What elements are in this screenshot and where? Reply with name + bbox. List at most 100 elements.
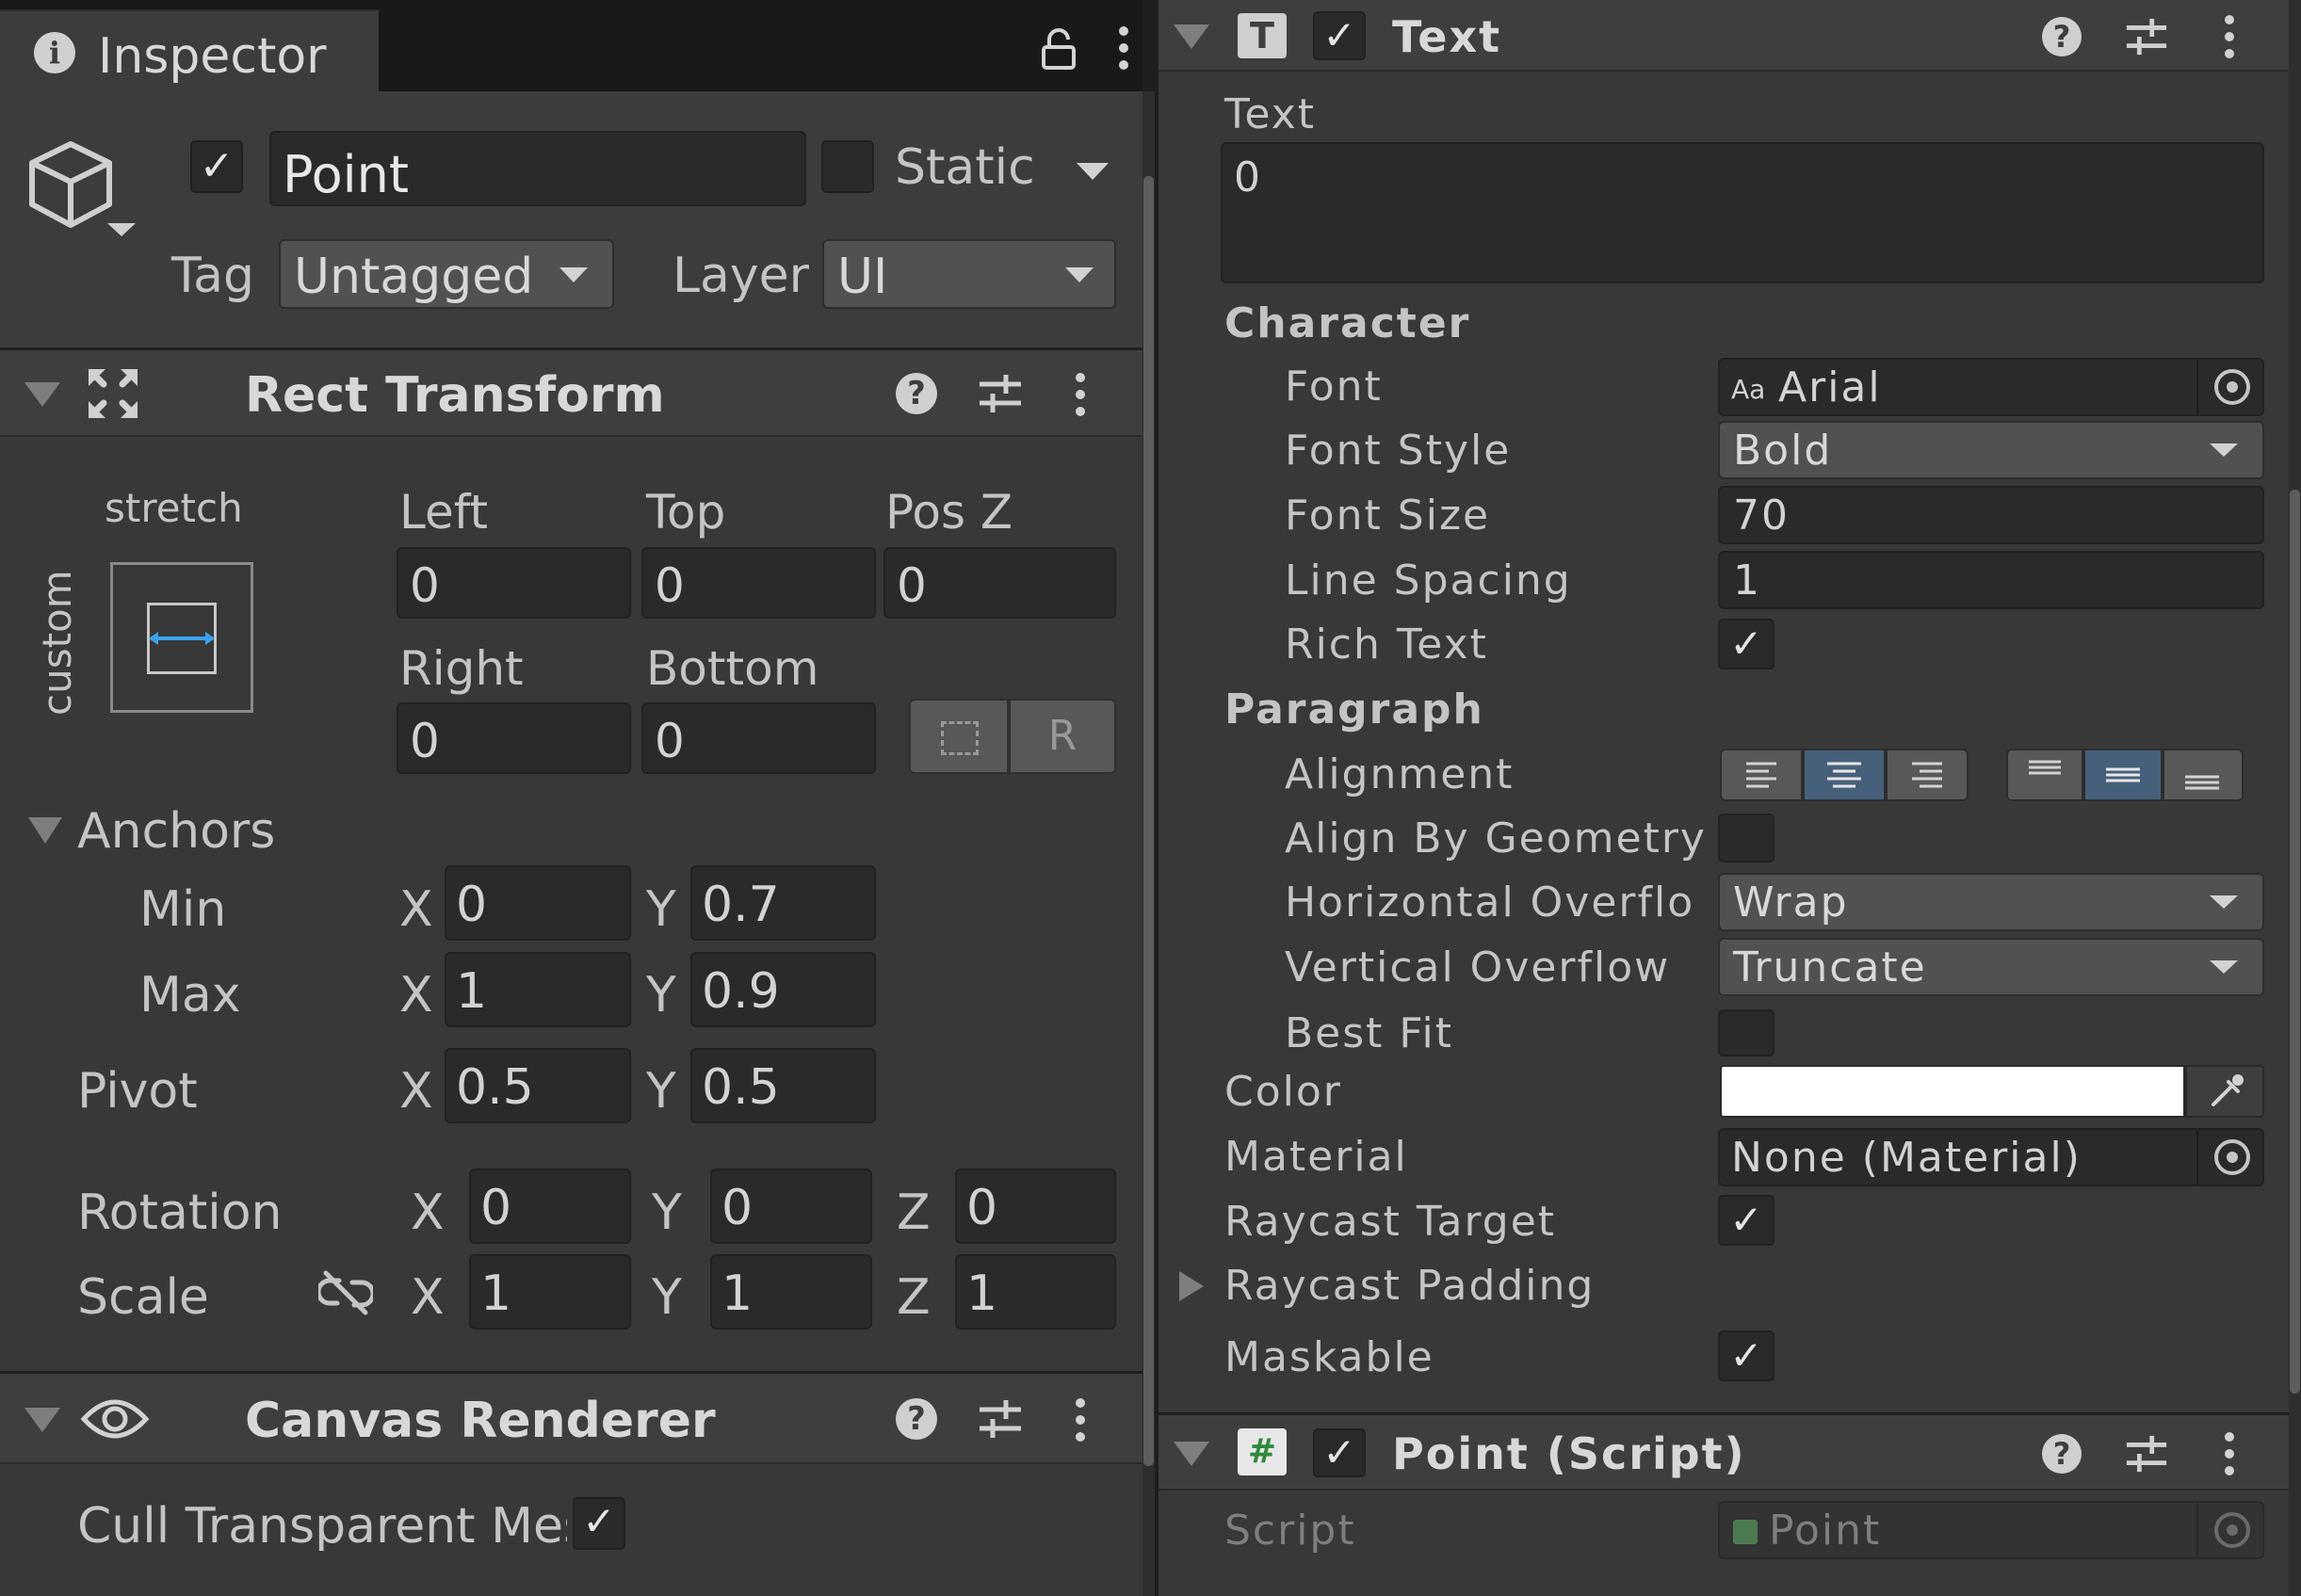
font-field[interactable]: Aa Arial	[1718, 358, 2264, 416]
right-field[interactable]: 0	[397, 702, 631, 774]
rotation-x-label[interactable]: X	[411, 1188, 445, 1237]
foldout-arrow-icon[interactable]	[1174, 24, 1209, 49]
left-scrollbar[interactable]	[1142, 91, 1155, 1596]
object-picker-icon[interactable]	[2196, 360, 2262, 414]
min-x-label[interactable]: X	[399, 885, 433, 934]
raycast-padding-label[interactable]: Raycast Padding	[1224, 1266, 1595, 1307]
canvas-renderer-header[interactable]: Canvas Renderer ?	[0, 1374, 1142, 1464]
top-field[interactable]: 0	[641, 547, 876, 619]
foldout-arrow-icon[interactable]	[24, 382, 60, 407]
pivot-x-field[interactable]: 0.5	[445, 1048, 631, 1123]
active-checkbox[interactable]: ✓	[190, 140, 243, 193]
component-menu-icon[interactable]	[2223, 13, 2236, 60]
align-top-button[interactable]	[2006, 749, 2083, 801]
font-style-dropdown[interactable]: Bold	[1718, 421, 2264, 479]
tab-menu-icon[interactable]	[1117, 24, 1130, 72]
static-checkbox[interactable]	[821, 140, 874, 193]
right-scrollbar[interactable]	[2289, 0, 2301, 1596]
min-y-label[interactable]: Y	[646, 885, 676, 934]
h-overflow-dropdown[interactable]: Wrap	[1718, 873, 2264, 931]
script-enabled-checkbox[interactable]: ✓	[1313, 1428, 1366, 1477]
max-x-label[interactable]: X	[399, 971, 433, 1020]
static-dropdown-arrow[interactable]	[1077, 163, 1109, 180]
left-field[interactable]: 0	[397, 547, 631, 619]
help-icon[interactable]: ?	[896, 1398, 937, 1440]
posz-field[interactable]: 0	[883, 547, 1116, 619]
maskable-checkbox[interactable]: ✓	[1718, 1330, 1774, 1381]
raw-edit-button[interactable]: R	[1009, 699, 1116, 774]
max-x-field[interactable]: 1	[445, 952, 631, 1027]
point-script-header[interactable]: # ✓ Point (Script) ?	[1159, 1415, 2289, 1491]
rich-text-checkbox[interactable]: ✓	[1718, 619, 1774, 669]
eye-icon	[80, 1394, 150, 1443]
preset-sliders-icon[interactable]	[978, 371, 1023, 416]
preset-sliders-icon[interactable]	[2125, 1432, 2168, 1475]
align-bottom-button[interactable]	[2163, 749, 2244, 801]
text-component-title: Text	[1392, 11, 1502, 62]
font-size-field[interactable]: 70	[1718, 486, 2264, 544]
raycast-padding-foldout-arrow[interactable]	[1179, 1271, 1204, 1301]
pivot-y-label[interactable]: Y	[646, 1067, 676, 1116]
rotation-y-field[interactable]: 0	[710, 1169, 872, 1244]
text-component-header[interactable]: T ✓ Text ?	[1159, 0, 2289, 72]
rect-transform-header[interactable]: Rect Transform ?	[0, 350, 1142, 437]
component-menu-icon[interactable]	[1074, 371, 1087, 418]
color-swatch[interactable]	[1720, 1065, 2185, 1118]
raycast-target-checkbox[interactable]: ✓	[1718, 1195, 1774, 1246]
chevron-down-icon	[559, 267, 588, 282]
anchor-preset-button[interactable]	[110, 562, 253, 713]
eyedropper-icon[interactable]	[2185, 1065, 2264, 1118]
help-icon[interactable]: ?	[2042, 1434, 2082, 1474]
rotation-z-field[interactable]: 0	[955, 1169, 1116, 1244]
foldout-arrow-icon[interactable]	[1174, 1442, 1209, 1466]
material-field[interactable]: None (Material)	[1718, 1128, 2264, 1186]
align-left-button[interactable]	[1720, 749, 1803, 801]
scale-x-label[interactable]: X	[411, 1273, 445, 1322]
pivot-x-label[interactable]: X	[399, 1067, 433, 1116]
cull-transparent-checkbox[interactable]: ✓	[573, 1497, 625, 1550]
text-enabled-checkbox[interactable]: ✓	[1313, 11, 1366, 60]
max-y-label[interactable]: Y	[646, 971, 676, 1020]
preset-sliders-icon[interactable]	[2125, 15, 2168, 58]
scale-x-field[interactable]: 1	[469, 1254, 631, 1330]
anchors-foldout-arrow[interactable]	[28, 817, 62, 844]
gameobject-name-field[interactable]: Point	[269, 131, 806, 206]
gameobject-cube-icon[interactable]	[26, 138, 139, 242]
component-menu-icon[interactable]	[2223, 1430, 2236, 1477]
tab-inspector[interactable]: i Inspector	[0, 9, 379, 91]
right-scrollbar-thumb[interactable]	[2290, 490, 2300, 1394]
min-y-field[interactable]: 0.7	[690, 865, 876, 941]
scale-y-label[interactable]: Y	[652, 1273, 682, 1322]
scale-y-field[interactable]: 1	[710, 1254, 872, 1330]
rotation-x-field[interactable]: 0	[469, 1169, 631, 1244]
help-icon[interactable]: ?	[2042, 17, 2082, 56]
tag-dropdown[interactable]: Untagged	[279, 239, 614, 309]
align-geometry-checkbox[interactable]	[1718, 814, 1774, 862]
preset-sliders-icon[interactable]	[978, 1396, 1023, 1442]
min-x-field[interactable]: 0	[445, 865, 631, 941]
rotation-z-label[interactable]: Z	[897, 1188, 931, 1237]
left-scrollbar-thumb[interactable]	[1143, 176, 1154, 1466]
max-y-field[interactable]: 0.9	[690, 952, 876, 1027]
blueprint-mode-button[interactable]	[909, 699, 1009, 774]
text-area[interactable]: 0	[1221, 142, 2264, 283]
rect-transform-title: Rect Transform	[245, 367, 665, 424]
align-center-button[interactable]	[1803, 749, 1886, 801]
align-right-button[interactable]	[1886, 749, 1969, 801]
align-middle-button[interactable]	[2083, 749, 2163, 801]
component-menu-icon[interactable]	[1074, 1396, 1087, 1443]
bottom-field[interactable]: 0	[641, 702, 876, 774]
object-picker-icon[interactable]	[2196, 1130, 2262, 1185]
foldout-arrow-icon[interactable]	[24, 1408, 60, 1432]
scale-z-label[interactable]: Z	[897, 1273, 931, 1322]
constrain-proportions-icon[interactable]	[316, 1269, 376, 1316]
lock-icon[interactable]	[1041, 28, 1077, 70]
help-icon[interactable]: ?	[896, 373, 937, 414]
rotation-y-label[interactable]: Y	[652, 1188, 682, 1237]
pivot-y-field[interactable]: 0.5	[690, 1048, 876, 1123]
v-overflow-dropdown[interactable]: Truncate	[1718, 938, 2264, 996]
layer-dropdown[interactable]: UI	[822, 239, 1116, 309]
scale-z-field[interactable]: 1	[955, 1254, 1116, 1330]
best-fit-checkbox[interactable]	[1718, 1009, 1774, 1056]
line-spacing-field[interactable]: 1	[1718, 551, 2264, 609]
